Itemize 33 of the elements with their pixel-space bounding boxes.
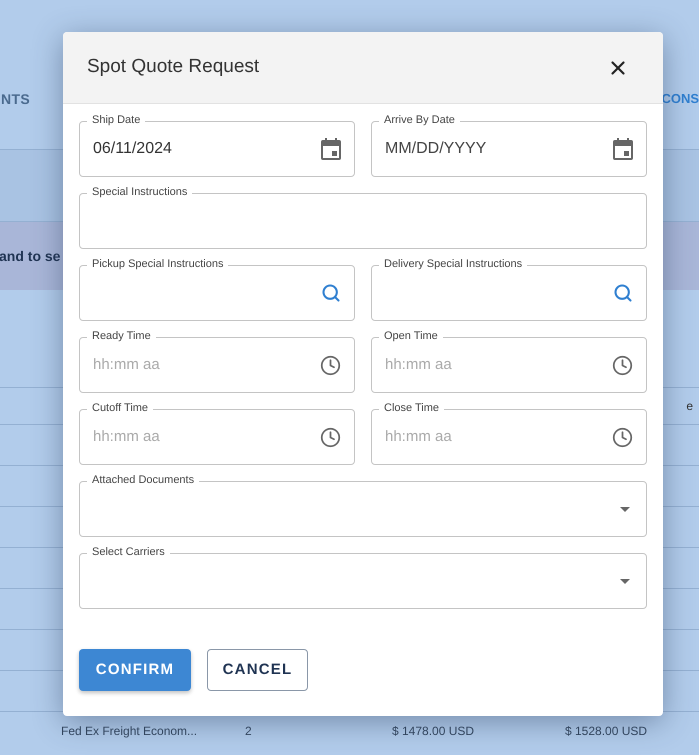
clock-icon[interactable]: [612, 426, 633, 448]
table-cell-text: e: [686, 398, 693, 415]
table-cell-text: $ 1478.00 USD: [392, 722, 476, 740]
calendar-icon[interactable]: [321, 138, 341, 160]
table-cell-text: Fed Ex Freight Econom...: [61, 722, 198, 740]
dropdown-caret-icon[interactable]: [620, 506, 630, 512]
dialog-title: Spot Quote Request: [87, 55, 260, 80]
field-label: Ship Date: [87, 112, 146, 128]
field-placeholder: MM/DD/YYYY: [385, 139, 486, 159]
field-label: Open Time: [379, 328, 443, 344]
dropdown-caret-icon[interactable]: [620, 578, 630, 584]
clock-icon[interactable]: [612, 354, 633, 376]
table-cell-text: 2: [245, 722, 253, 740]
clock-icon[interactable]: [320, 354, 341, 376]
column-header: CONS: [661, 90, 699, 108]
clock-icon[interactable]: [320, 426, 341, 448]
field-label: Arrive By Date: [379, 112, 460, 128]
field-placeholder: hh:mm aa: [385, 426, 452, 447]
column-header: NTS: [1, 90, 30, 109]
field-label: Pickup Special Instructions: [87, 256, 228, 272]
field-label: Ready Time: [87, 328, 156, 344]
field-label: Special Instructions: [87, 184, 192, 200]
field-placeholder: hh:mm aa: [93, 354, 160, 375]
field-value: 06/11/2024: [93, 139, 172, 159]
table-cell-text: $ 1528.00 USD: [565, 722, 648, 740]
cancel-button[interactable]: CANCEL: [207, 649, 308, 691]
field-placeholder: hh:mm aa: [385, 354, 452, 375]
calendar-icon[interactable]: [613, 138, 633, 160]
field-label: Delivery Special Instructions: [379, 256, 528, 272]
field-placeholder: hh:mm aa: [93, 426, 160, 447]
search-icon[interactable]: [321, 283, 341, 303]
confirm-button[interactable]: CONFIRM: [79, 649, 191, 691]
search-icon[interactable]: [613, 283, 633, 303]
